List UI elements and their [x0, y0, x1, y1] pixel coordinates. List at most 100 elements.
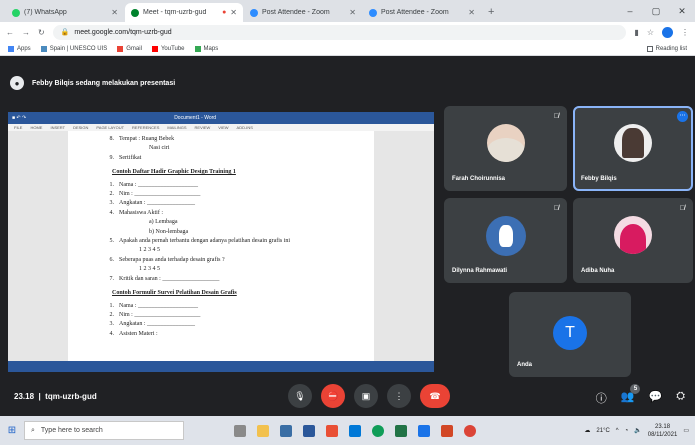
- zoom-icon[interactable]: [418, 424, 430, 437]
- word-ribbon-tab: REFERENCES: [132, 125, 160, 130]
- forward-icon[interactable]: →: [22, 28, 30, 37]
- people-count: 5: [630, 384, 641, 394]
- taskbar-search[interactable]: ⌕ Type here to search: [24, 421, 184, 440]
- present-button[interactable]: ▣: [354, 384, 378, 408]
- meet-controls: 23.18 | tqm-uzrb-gud 🎙 ⛔ ▣ ⋮ ☎ ⓘ 👥 5 💬 ⛭: [0, 380, 695, 416]
- doc-line-number: 7.: [109, 275, 115, 282]
- doc-line: Nasi ciri: [106, 144, 364, 153]
- activities-icon[interactable]: ⛭: [676, 390, 685, 406]
- doc-line-text: Nama : ____________________: [119, 302, 198, 309]
- app-icon[interactable]: [326, 424, 338, 437]
- more-vert-icon: ⋮: [394, 390, 404, 401]
- chat-icon[interactable]: 💬: [648, 390, 662, 406]
- taskbar-apps: [234, 424, 476, 437]
- word-title: Document1 - Word: [174, 115, 217, 121]
- doc-line: 1 2 3 4 5: [106, 265, 364, 274]
- participant-tile-self[interactable]: T Anda: [509, 292, 631, 377]
- tab-title: Post Attendee - Zoom: [262, 9, 330, 16]
- clock[interactable]: 23.18 08/11/2021: [648, 423, 678, 439]
- reading-list[interactable]: Reading list: [646, 45, 687, 52]
- browser-tab[interactable]: (7) WhatsApp ✕: [6, 3, 124, 22]
- info-icon[interactable]: ⓘ: [596, 390, 607, 406]
- doc-line-number: [136, 144, 144, 153]
- doc-line-text: a) Lembaga: [149, 219, 178, 226]
- camera-off-button[interactable]: ⛔: [321, 384, 345, 408]
- doc-line-number: 1.: [109, 302, 115, 309]
- url-field[interactable]: 🔒 meet.google.com/tqm-uzrb-gud: [52, 24, 627, 40]
- tray-chevron-icon[interactable]: ^: [616, 428, 619, 434]
- tab-close-icon[interactable]: ✕: [349, 8, 356, 17]
- bookmark-apps[interactable]: Apps: [8, 45, 31, 52]
- more-options-button[interactable]: ⋮: [387, 384, 411, 408]
- browser-tab[interactable]: Post Attendee - Zoom ✕: [363, 3, 481, 22]
- profile-icon[interactable]: [662, 26, 673, 38]
- weather-icon: ☁: [584, 428, 591, 434]
- doc-line: 3. Angkatan : ________________: [106, 199, 364, 208]
- mic-button[interactable]: 🎙: [288, 384, 312, 408]
- wifi-icon[interactable]: ◔: [625, 428, 629, 434]
- more-options-icon[interactable]: ⋯: [677, 111, 688, 122]
- doc-line-text: Angkatan : ________________: [119, 200, 195, 207]
- tab-favicon-icon: [12, 8, 20, 17]
- store-icon[interactable]: [349, 424, 361, 437]
- word-icon[interactable]: [303, 424, 315, 437]
- bookmark-youtube[interactable]: YouTube: [151, 45, 185, 52]
- file-explorer-icon[interactable]: [257, 424, 269, 437]
- doc-line-text: Mahasiswa Aktif :: [119, 209, 163, 216]
- doc-line-number: 3.: [109, 321, 115, 328]
- people-button[interactable]: 👥 5: [621, 384, 641, 406]
- powerpoint-icon[interactable]: [441, 424, 453, 437]
- leave-call-button[interactable]: ☎: [420, 384, 450, 408]
- participant-tile-dilynna[interactable]: 🎙̸ Dilynna Rahmawati: [444, 198, 567, 283]
- menu-icon[interactable]: ⋮: [681, 28, 689, 37]
- doc-heading: Contoh Formulir Survei Pelatihan Desain …: [112, 290, 237, 297]
- task-view-icon[interactable]: [234, 424, 246, 437]
- participant-name: Anda: [517, 362, 532, 368]
- chrome-icon[interactable]: [464, 424, 476, 437]
- browser-tab[interactable]: Post Attendee - Zoom ✕: [244, 3, 362, 22]
- bookmark-gmail[interactable]: Gmail: [117, 45, 142, 52]
- excel-icon[interactable]: [395, 424, 407, 437]
- browser-tab[interactable]: Meet - tqm-uzrb-gud ● ✕: [125, 3, 243, 22]
- notifications-icon[interactable]: ▭: [683, 427, 689, 434]
- tab-favicon-icon: [131, 8, 139, 17]
- back-icon[interactable]: ←: [6, 28, 14, 37]
- participant-tile-febby[interactable]: ⋯ Febby Bilqis: [573, 106, 693, 191]
- participant-tile-farah[interactable]: 🎙̸ Farah Choirunnisa: [444, 106, 567, 191]
- camera-icon[interactable]: ▮: [634, 28, 638, 37]
- teams-icon[interactable]: [280, 424, 292, 437]
- doc-line: 1. Nama : ____________________: [106, 302, 364, 311]
- participant-photo: [614, 216, 652, 254]
- doc-line-number: 8.: [109, 136, 115, 142]
- doc-line-text: Nim : ______________________: [119, 191, 201, 198]
- present-icon: ▣: [361, 390, 371, 401]
- browser-tab-bar: (7) WhatsApp ✕ Meet - tqm-uzrb-gud ● ✕ Post A…: [0, 0, 695, 22]
- volume-icon[interactable]: 🔈: [634, 427, 641, 434]
- doc-line: a) Lembaga: [106, 218, 364, 227]
- windows-start-icon[interactable]: ⊞: [0, 425, 24, 436]
- doc-line-number: 4.: [109, 330, 115, 337]
- doc-line-text: Nim : ______________________: [119, 311, 201, 318]
- bookmark-maps[interactable]: Maps: [194, 45, 218, 52]
- participant-tile-adiba[interactable]: 🎙̸ Adiba Nuha: [573, 198, 693, 283]
- doc-heading: Contoh Daftar Hadir Graphic Design Train…: [112, 169, 236, 176]
- close-window-icon[interactable]: ✕: [669, 6, 695, 17]
- reading-list-icon: [646, 45, 653, 52]
- shared-screen: ■ ↶ ↷ Document1 - Word FILE HOME INSERT DES…: [8, 112, 434, 372]
- doc-line: 2. Nim : ______________________: [106, 311, 364, 320]
- new-tab-button[interactable]: +: [482, 3, 500, 22]
- word-ribbon-tab: PAGE LAYOUT: [96, 125, 125, 130]
- doc-line-number: 4.: [109, 209, 115, 216]
- bookmark-unesco[interactable]: Spain | UNESCO UIS: [40, 45, 107, 52]
- hangup-icon: ☎: [429, 390, 441, 401]
- tab-close-icon[interactable]: ✕: [111, 8, 118, 17]
- tab-close-icon[interactable]: ✕: [468, 8, 475, 17]
- reload-icon[interactable]: ↻: [38, 28, 45, 37]
- doc-line: 1 2 3 4 5: [106, 246, 364, 255]
- participant-name: Farah Choirunnisa: [452, 176, 506, 182]
- maximize-icon[interactable]: ▢: [643, 6, 669, 17]
- star-icon[interactable]: ☆: [647, 28, 654, 37]
- edge-icon[interactable]: [372, 424, 384, 437]
- tab-close-icon[interactable]: ✕: [230, 8, 237, 17]
- minimize-icon[interactable]: –: [617, 6, 643, 16]
